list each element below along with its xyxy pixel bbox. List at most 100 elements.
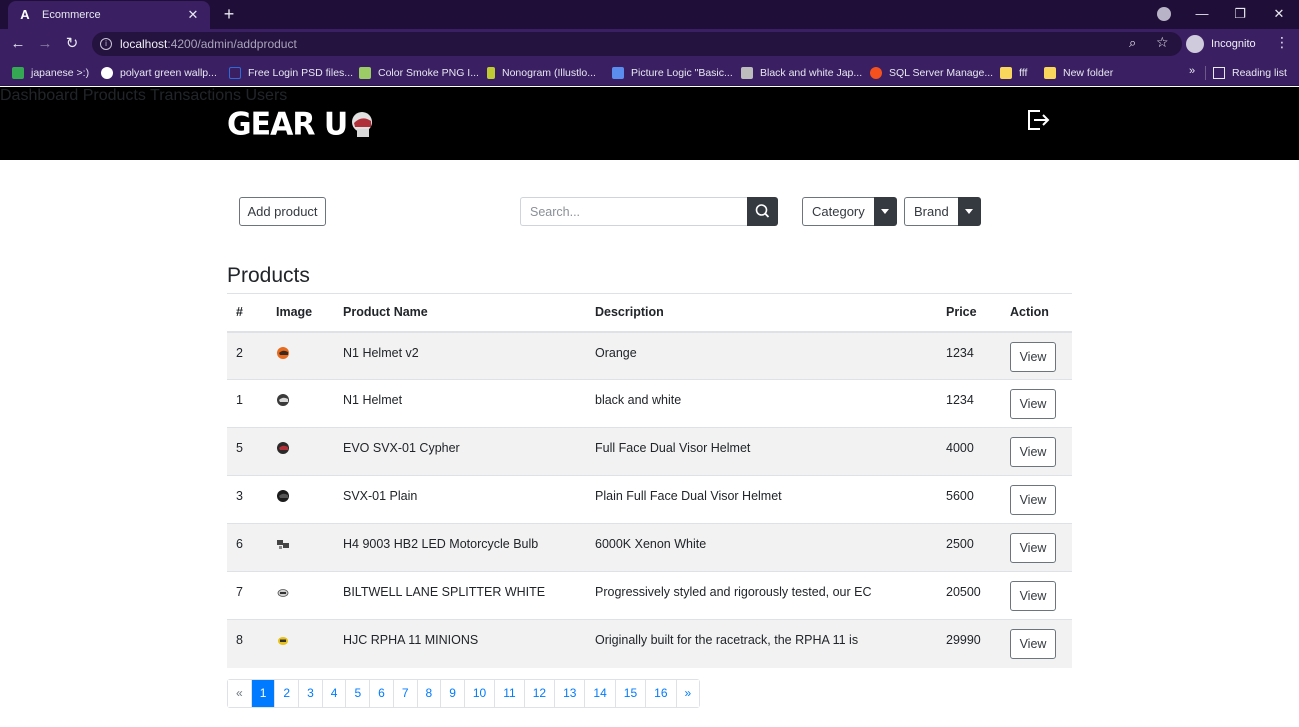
pagination-page-2[interactable]: 2	[275, 680, 300, 707]
pagination-page-15[interactable]: 15	[615, 680, 647, 707]
product-image	[267, 331, 334, 380]
add-product-button[interactable]: Add product	[239, 197, 326, 226]
pagination-page-5[interactable]: 5	[346, 680, 371, 707]
view-button[interactable]: View	[1010, 581, 1056, 611]
product-name: EVO SVX-01 Cypher	[334, 427, 586, 476]
window-close-icon[interactable]: ✕	[1268, 4, 1290, 24]
product-image	[267, 427, 334, 476]
pagination-page-4[interactable]: 4	[322, 680, 347, 707]
bookmark-folder[interactable]: fff	[1000, 64, 1027, 82]
pagination-page-8[interactable]: 8	[417, 680, 442, 707]
reload-icon[interactable]: ↻	[62, 34, 82, 54]
bookmark-item[interactable]: Free Login PSD files...	[229, 64, 353, 82]
pagination-page-6[interactable]: 6	[370, 680, 394, 707]
product-id: 2	[227, 331, 267, 380]
minimize-icon[interactable]: —	[1191, 4, 1213, 24]
view-button[interactable]: View	[1010, 533, 1056, 563]
search-group	[520, 197, 778, 226]
bookmark-star-icon[interactable]: ☆	[1156, 34, 1169, 51]
bookmark-item[interactable]: Nonogram (Illustlo...	[487, 64, 596, 82]
product-name: N1 Helmet	[334, 379, 586, 428]
pagination-page-1[interactable]: 1	[251, 680, 276, 707]
pagination-page-3[interactable]: 3	[299, 680, 323, 707]
product-description: Orange	[586, 331, 937, 380]
product-price: 1234	[937, 331, 1001, 380]
product-image	[267, 379, 334, 428]
pagination-page-7[interactable]: 7	[393, 680, 418, 707]
bookmark-folder[interactable]: New folder	[1044, 64, 1113, 82]
pagination-next[interactable]: »	[676, 680, 700, 707]
view-button[interactable]: View	[1010, 629, 1056, 659]
pagination-page-9[interactable]: 9	[441, 680, 465, 707]
nav-dashboard[interactable]: Dashboard	[0, 87, 78, 104]
pagination-page-10[interactable]: 10	[464, 680, 496, 707]
nav-users[interactable]: Users	[245, 87, 287, 104]
product-description: Full Face Dual Visor Helmet	[586, 427, 937, 476]
product-action: View	[1001, 475, 1072, 524]
bookmark-item[interactable]: Color Smoke PNG I...	[359, 64, 479, 82]
brand-logo[interactable]: GEAR U	[227, 106, 375, 142]
browser-tabstrip: A Ecommerce ✕ + — ❐ ✕	[0, 0, 1299, 29]
product-description: black and white	[586, 379, 937, 428]
bookmark-item[interactable]: SQL Server Manage...	[870, 64, 993, 82]
address-bar[interactable]: i localhost:4200/admin/addproduct ⌕ ☆	[92, 32, 1182, 56]
bookmarks-overflow-button[interactable]: »	[1189, 65, 1195, 77]
bookmark-item[interactable]: polyart green wallp...	[101, 64, 217, 82]
close-tab-icon[interactable]: ✕	[186, 7, 200, 23]
helmet-thumbnail-icon	[277, 346, 289, 359]
bookmark-item[interactable]: Black and white Jap...	[741, 64, 862, 82]
tab-search-icon[interactable]	[1157, 7, 1171, 21]
zoom-icon[interactable]: ⌕	[1129, 35, 1136, 51]
product-id: 6	[227, 523, 267, 572]
chevron-down-icon[interactable]	[957, 197, 981, 226]
product-image	[267, 571, 334, 620]
view-button[interactable]: View	[1010, 437, 1056, 467]
site-info-icon[interactable]: i	[100, 38, 112, 50]
pagination-prev[interactable]: «	[228, 680, 252, 707]
search-button[interactable]	[747, 197, 778, 226]
pagination-page-11[interactable]: 11	[495, 680, 525, 707]
bookmark-item[interactable]: japanese >:)	[12, 64, 89, 82]
product-image	[267, 475, 334, 524]
helmet-thumbnail-icon	[278, 637, 288, 645]
pagination-page-13[interactable]: 13	[555, 680, 586, 707]
bookmark-favicon-icon	[229, 67, 241, 79]
view-button[interactable]: View	[1010, 341, 1056, 372]
browser-menu-icon[interactable]: ⋮	[1275, 34, 1289, 51]
reading-list-button[interactable]: Reading list	[1213, 64, 1287, 82]
pagination-page-14[interactable]: 14	[585, 680, 616, 707]
category-label: Category	[802, 197, 874, 226]
angular-favicon-icon: A	[20, 7, 30, 22]
restore-icon[interactable]: ❐	[1229, 4, 1251, 24]
search-input[interactable]	[520, 197, 748, 226]
bookmark-item[interactable]: Picture Logic "Basic...	[612, 64, 733, 82]
view-button[interactable]: View	[1010, 485, 1056, 515]
browser-toolbar: ← → ↻ i localhost:4200/admin/addproduct …	[0, 29, 1299, 59]
new-tab-button[interactable]: +	[219, 4, 239, 24]
category-dropdown[interactable]: Category	[802, 197, 897, 226]
brand-dropdown[interactable]: Brand	[904, 197, 981, 226]
forward-icon[interactable]: →	[35, 34, 55, 54]
browser-tab[interactable]: A Ecommerce ✕	[8, 1, 210, 29]
pagination-page-16[interactable]: 16	[646, 680, 677, 707]
nav-products[interactable]: Products	[83, 87, 146, 104]
pagination-page-12[interactable]: 12	[524, 680, 556, 707]
product-name: N1 Helmet v2	[334, 331, 586, 380]
product-id: 8	[227, 619, 267, 668]
folder-icon	[1000, 67, 1012, 79]
folder-icon	[1044, 67, 1056, 79]
logout-icon[interactable]	[1026, 109, 1050, 131]
nav-transactions[interactable]: Transactions	[150, 87, 241, 104]
product-id: 3	[227, 475, 267, 524]
helmet-logo-icon	[352, 112, 373, 137]
view-button[interactable]: View	[1010, 389, 1056, 419]
column-header-price: Price	[937, 293, 1001, 333]
product-name: H4 9003 HB2 LED Motorcycle Bulb	[334, 523, 586, 572]
product-action: View	[1001, 571, 1072, 620]
product-price: 1234	[937, 379, 1001, 428]
chevron-down-icon[interactable]	[873, 197, 897, 226]
back-icon[interactable]: ←	[8, 34, 28, 54]
tab-title: Ecommerce	[42, 9, 101, 21]
product-action: View	[1001, 523, 1072, 572]
incognito-badge[interactable]: Incognito	[1186, 32, 1256, 56]
